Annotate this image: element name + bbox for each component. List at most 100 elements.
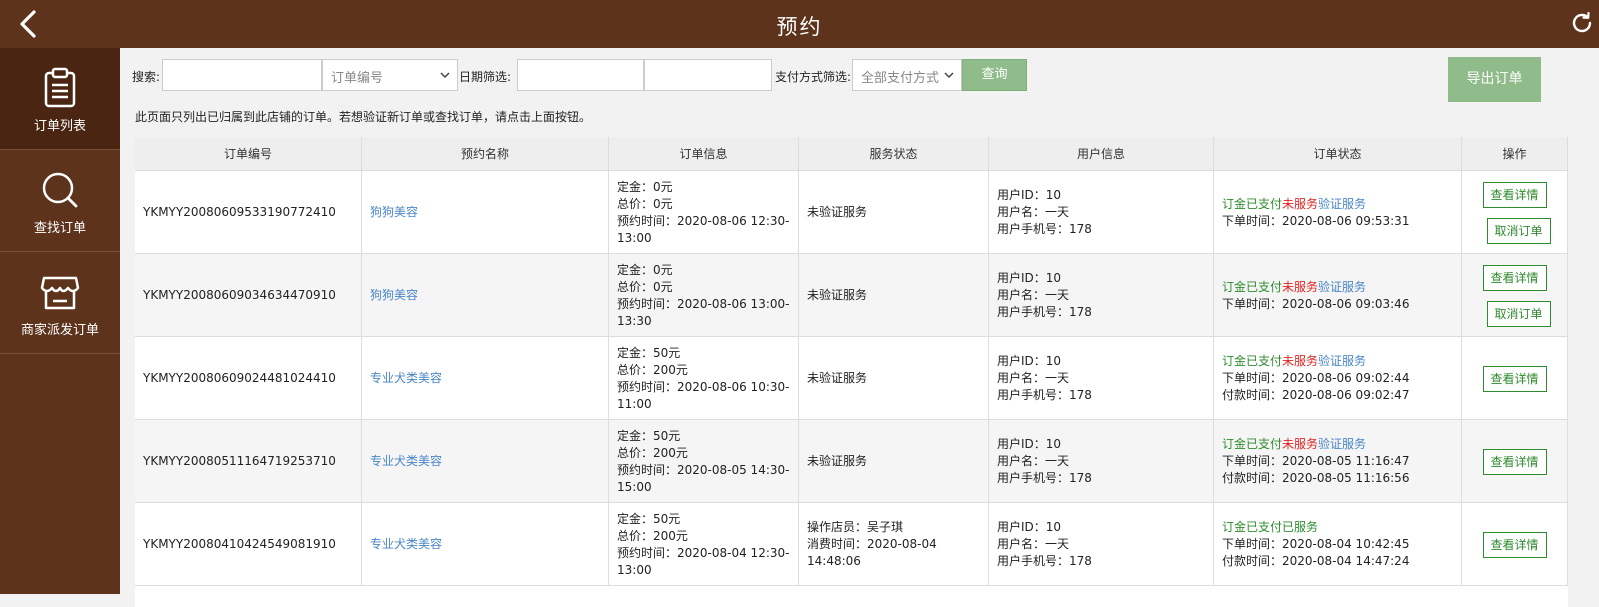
- notice-text: 此页面只列出已归属到此店铺的订单。若想验证新订单或查找订单，请点击上面按钮。: [135, 110, 592, 124]
- cell-user-info: 用户ID：10 用户名：一天 用户手机号：178: [989, 171, 1214, 254]
- cell-order-status: 订金已支付未服务验证服务 下单时间：2020-08-05 11:16:47 付款时间…: [1214, 420, 1462, 503]
- order-status-line: 订金已支付未服务验证服务: [1222, 196, 1409, 213]
- sidebar-item-order-list[interactable]: 订单列表: [0, 48, 120, 150]
- user-info-line: 用户名：一天: [997, 371, 1070, 385]
- cancel-order-button[interactable]: 取消订单: [1486, 300, 1551, 327]
- view-details-button[interactable]: 查看详情: [1482, 531, 1547, 558]
- order-info-line: 定金：50元: [617, 428, 681, 443]
- search-label: 搜索:: [132, 70, 161, 84]
- user-info-line: 用户ID：10: [997, 437, 1062, 451]
- user-info-line: 用户名：一天: [997, 288, 1070, 302]
- chevron-down-icon: [440, 72, 450, 79]
- order-time-line: 付款时间：2020-08-04 14:47:24: [1222, 554, 1410, 568]
- cell-actions: 查看详情: [1462, 503, 1568, 586]
- user-info-line: 用户ID：10: [997, 188, 1062, 202]
- order-number: YKMYY20080511164719253710: [143, 454, 336, 468]
- order-info-line: 11:00: [617, 396, 652, 411]
- view-details-button[interactable]: 查看详情: [1482, 448, 1547, 475]
- cell-order-no: YKMYY20080609533190772410: [135, 171, 362, 254]
- table-row: YKMYY20080511164719253710 专业犬类美容 定金：50元 总价：…: [135, 420, 1568, 503]
- order-info-line: 预约时间：2020-08-06 13:00-: [617, 296, 790, 311]
- order-info-line: 预约时间：2020-08-06 10:30-: [617, 379, 790, 394]
- cell-order-status: 订金已支付已服务下单时间：2020-08-04 10:42:45 付款时间：202…: [1214, 503, 1462, 586]
- order-time-line: 下单时间：2020-08-04 10:42:45: [1222, 537, 1410, 551]
- page-title: 预约: [776, 15, 823, 39]
- user-info-line: 用户手机号：178: [997, 388, 1092, 402]
- cell-service-status: 未验证服务: [799, 420, 989, 503]
- date-filter-label: 日期筛选:: [459, 70, 512, 84]
- deposit-paid-status: 订金已支付: [1222, 279, 1283, 294]
- order-status-line: 订金已支付未服务验证服务: [1222, 279, 1409, 296]
- order-info-line: 定金：50元: [617, 345, 681, 360]
- search-icon: [42, 172, 78, 208]
- verify-service-link[interactable]: 验证服务: [1318, 354, 1366, 368]
- service-status-line: 未验证服务: [807, 371, 868, 385]
- col-header-order-status: 订单状态: [1214, 137, 1462, 171]
- col-header-order-no: 订单编号: [135, 137, 362, 171]
- order-status-line: 订金已支付已服务: [1222, 519, 1409, 536]
- appointment-name-link[interactable]: 专业犬类美容: [370, 536, 442, 553]
- order-info-line: 15:00: [617, 479, 652, 494]
- sidebar-item-find-order[interactable]: 查找订单: [0, 150, 120, 252]
- order-status-line: 订金已支付未服务验证服务: [1222, 353, 1409, 370]
- cell-service-status: 未验证服务: [799, 171, 989, 254]
- order-info-line: 13:30: [617, 313, 652, 328]
- export-orders-button[interactable]: 导出订单: [1448, 57, 1541, 102]
- view-details-button[interactable]: 查看详情: [1482, 264, 1547, 291]
- order-number: YKMYY20080609533190772410: [143, 205, 336, 219]
- order-number: YKMYY20080609034634470910: [143, 288, 336, 302]
- order-info-line: 总价：200元: [617, 445, 688, 460]
- deposit-paid-status: 订金已支付: [1222, 196, 1283, 211]
- appointment-name-link[interactable]: 专业犬类美容: [370, 370, 442, 387]
- cell-order-status: 订金已支付未服务验证服务 下单时间：2020-08-06 09:53:31: [1214, 171, 1462, 254]
- payment-method-select[interactable]: 全部支付方式: [852, 59, 962, 91]
- cell-service-status: 未验证服务: [799, 254, 989, 337]
- service-status-line: 未验证服务: [807, 454, 868, 468]
- cell-actions: 查看详情取消订单: [1462, 254, 1568, 337]
- order-info-line: 总价：0元: [617, 196, 673, 211]
- not-served-status: 未服务: [1282, 279, 1319, 294]
- order-info-line: 定金：0元: [617, 179, 673, 194]
- user-info-line: 用户手机号：178: [997, 305, 1092, 319]
- view-details-button[interactable]: 查看详情: [1482, 181, 1547, 208]
- date-end-input[interactable]: [644, 59, 772, 91]
- sidebar-item-label: 查找订单: [33, 221, 86, 236]
- verify-service-link[interactable]: 验证服务: [1318, 197, 1366, 211]
- date-start-input[interactable]: [517, 59, 644, 91]
- order-info-line: 预约时间：2020-08-05 14:30-: [617, 462, 790, 477]
- search-type-select[interactable]: 订单编号: [322, 59, 458, 91]
- sidebar-item-merchant-dispatch[interactable]: 商家派发订单: [0, 252, 120, 354]
- user-info-line: 用户名：一天: [997, 454, 1070, 468]
- order-info-line: 预约时间：2020-08-04 12:30-: [617, 545, 790, 560]
- sidebar-item-label: 商家派发订单: [20, 323, 99, 338]
- user-info-line: 用户ID：10: [997, 520, 1062, 534]
- appointment-name-link[interactable]: 狗狗美容: [370, 287, 418, 304]
- order-info-line: 定金：50元: [617, 511, 681, 526]
- user-info-line: 用户手机号：178: [997, 554, 1092, 568]
- cell-appointment-name: 狗狗美容: [362, 171, 609, 254]
- verify-service-link[interactable]: 验证服务: [1318, 280, 1366, 294]
- table-row: YKMYY20080410424549081910 专业犬类美容 定金：50元 总价：…: [135, 503, 1568, 586]
- order-info-line: 总价：0元: [617, 279, 673, 294]
- cell-actions: 查看详情: [1462, 337, 1568, 420]
- clipboard-icon: [44, 67, 76, 108]
- deposit-paid-status: 订金已支付已服务: [1222, 520, 1319, 534]
- cell-user-info: 用户ID：10 用户名：一天 用户手机号：178: [989, 420, 1214, 503]
- cell-appointment-name: 狗狗美容: [362, 254, 609, 337]
- order-info-line: 总价：200元: [617, 528, 688, 543]
- verify-service-link[interactable]: 验证服务: [1318, 437, 1366, 451]
- cancel-order-button[interactable]: 取消订单: [1486, 217, 1551, 244]
- appointment-name-link[interactable]: 狗狗美容: [370, 204, 418, 221]
- search-type-selected: 订单编号: [331, 71, 384, 86]
- service-status-line: 14:48:06: [807, 554, 861, 568]
- search-input[interactable]: [162, 59, 322, 91]
- cell-appointment-name: 专业犬类美容: [362, 420, 609, 503]
- appointment-name-link[interactable]: 专业犬类美容: [370, 453, 442, 470]
- cell-service-status: 未验证服务: [799, 337, 989, 420]
- query-button[interactable]: 查询: [962, 59, 1027, 91]
- view-details-button[interactable]: 查看详情: [1482, 365, 1547, 392]
- refresh-icon[interactable]: [1569, 10, 1595, 36]
- deposit-paid-status: 订金已支付: [1222, 354, 1283, 368]
- user-info-line: 用户名：一天: [997, 537, 1070, 551]
- sidebar: 订单列表 查找订单 商家派发订单: [0, 48, 120, 594]
